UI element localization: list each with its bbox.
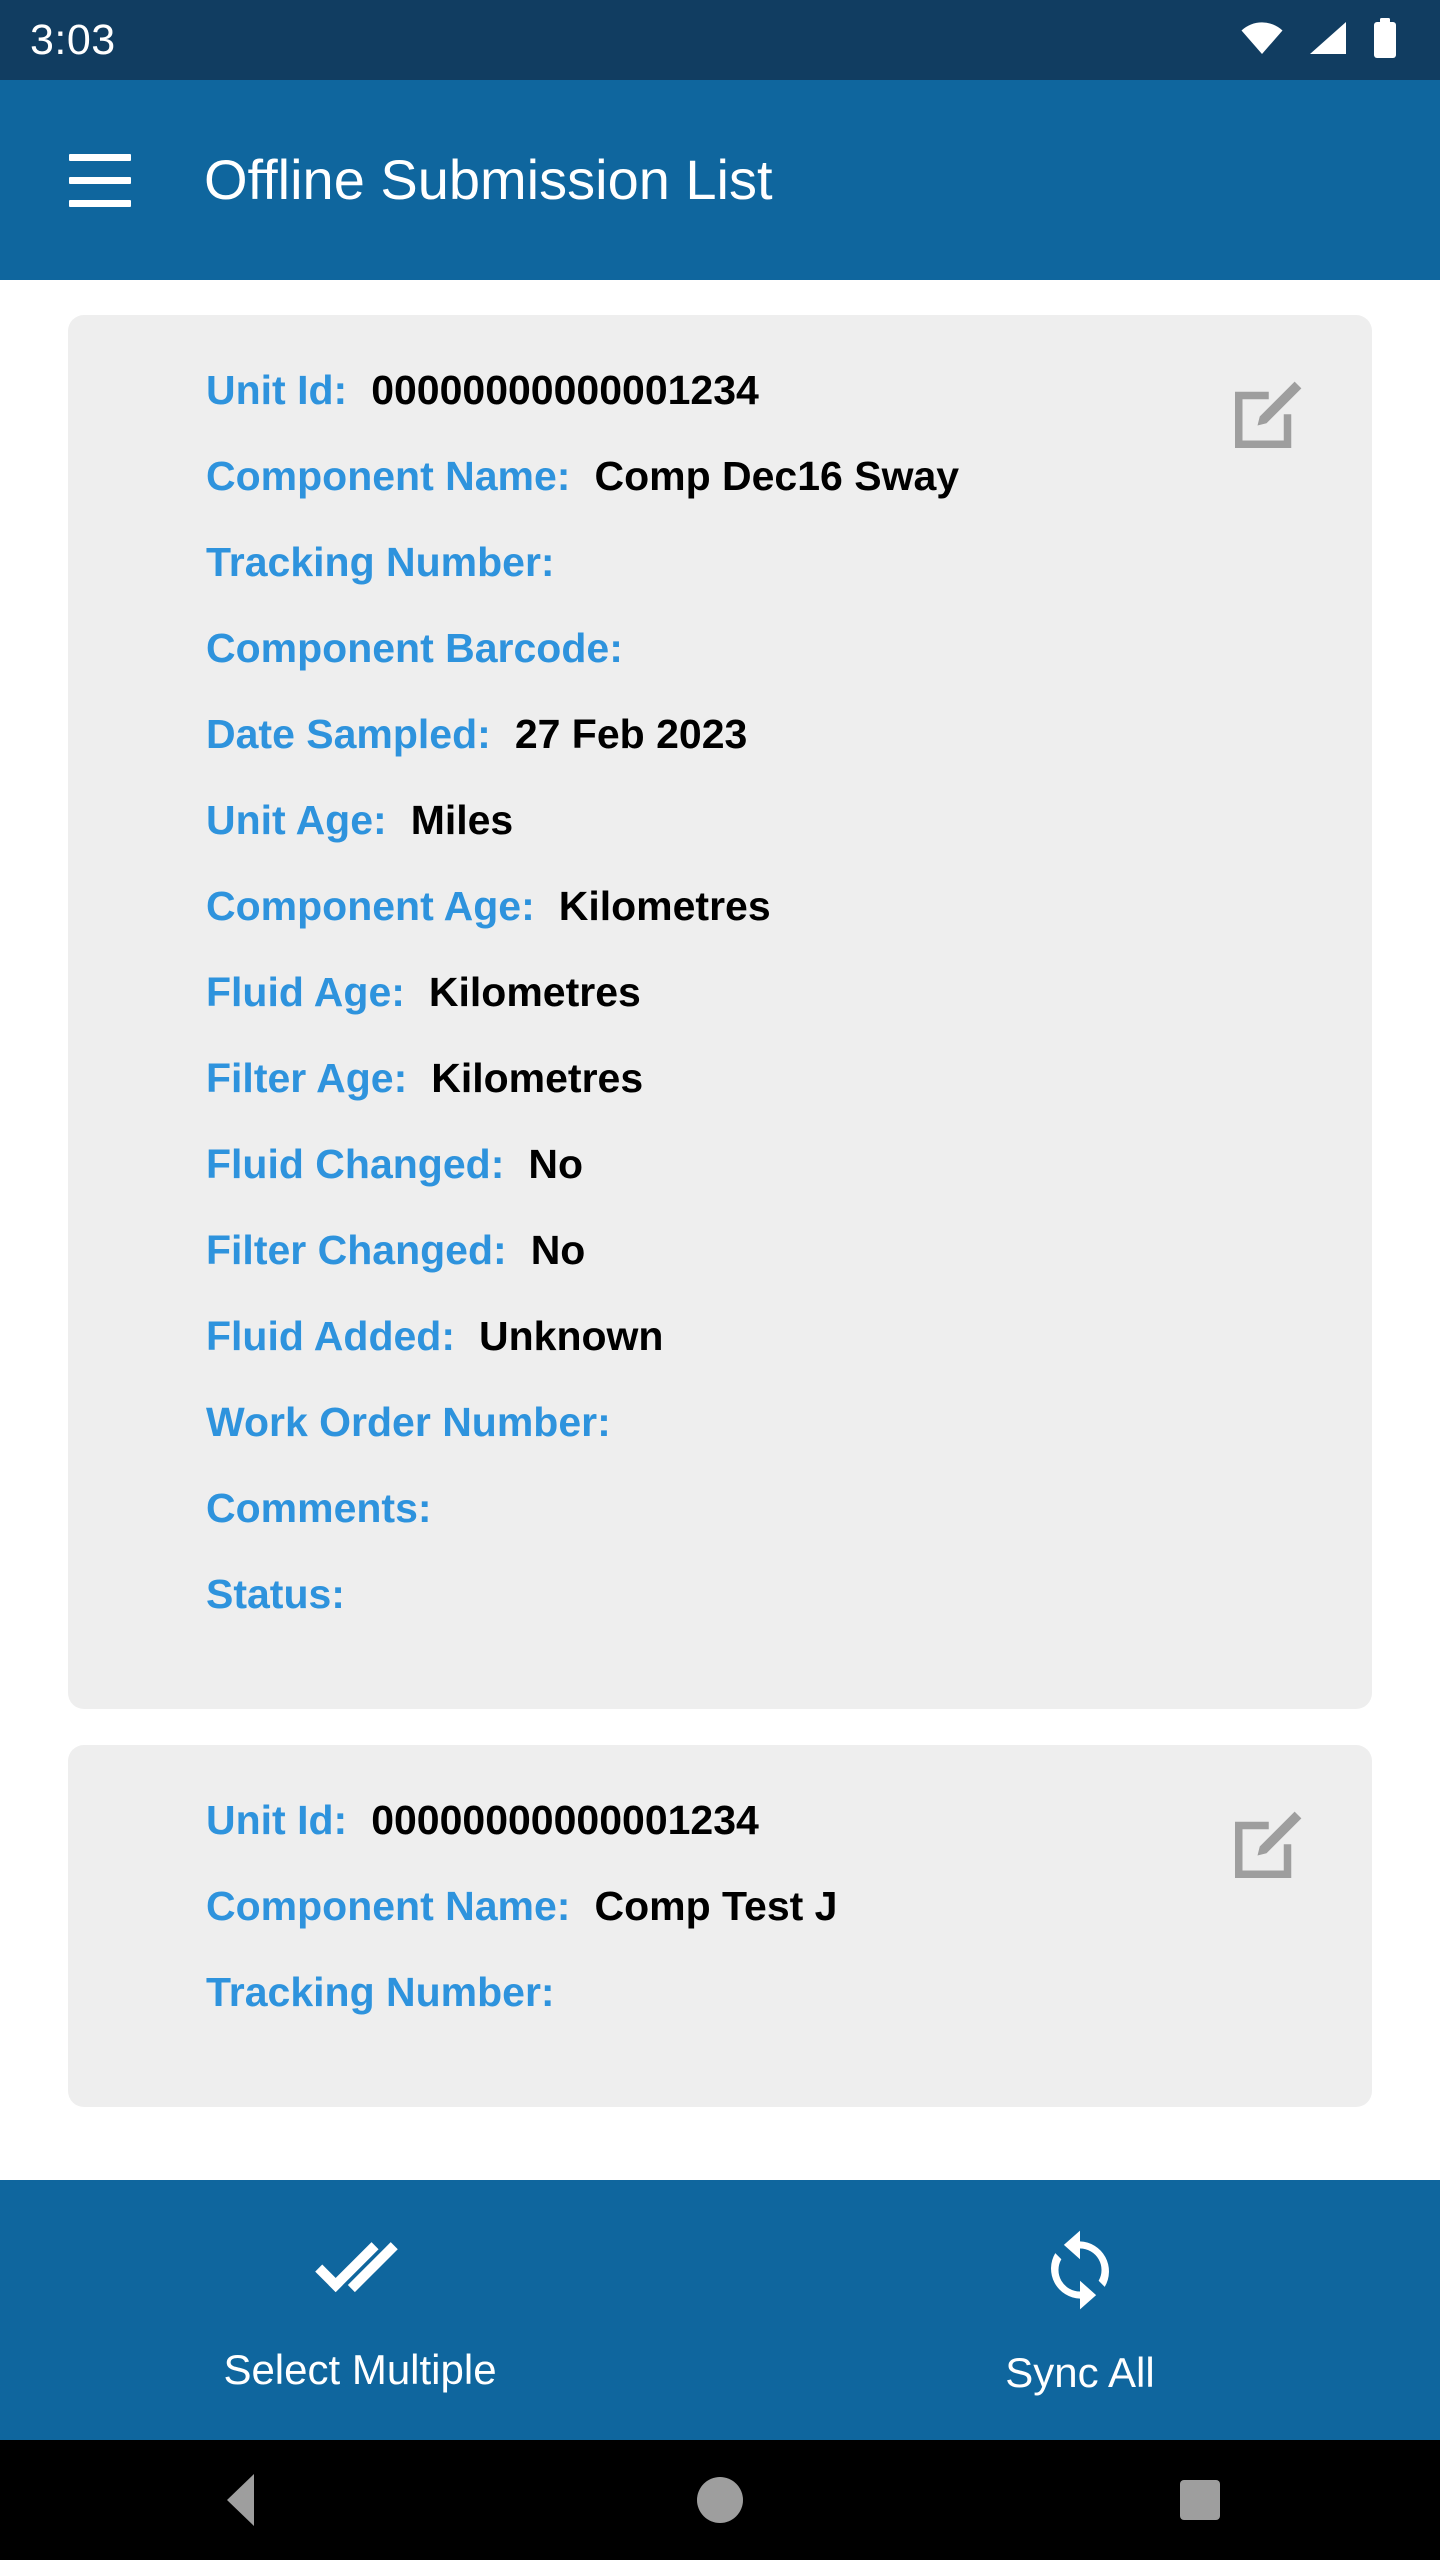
field-row: Tracking Number: — [68, 1969, 1372, 2055]
field-value: 00000000000001234 — [371, 367, 759, 413]
wifi-icon — [1240, 21, 1284, 60]
app-screen: 3:03 Offline Submission List Unit Id: 00… — [0, 0, 1440, 2560]
field-label: Unit Age: — [206, 797, 387, 843]
field-row: Tracking Number: — [68, 539, 1372, 625]
status-bar: 3:03 — [0, 0, 1440, 80]
field-label: Fluid Age: — [206, 969, 405, 1015]
sync-all-button[interactable]: Sync All — [720, 2180, 1440, 2440]
status-bar-clock: 3:03 — [30, 15, 116, 64]
status-bar-icons — [1240, 17, 1398, 63]
sync-refresh-icon — [1037, 2227, 1123, 2318]
field-row: Unit Id: 00000000000001234 — [68, 367, 1372, 453]
field-label: Component Name: — [206, 453, 571, 499]
cellular-signal-icon — [1308, 21, 1348, 60]
field-value: Comp Dec16 Sway — [594, 453, 960, 499]
submission-card[interactable]: Unit Id: 00000000000001234 Component Nam… — [68, 315, 1372, 1709]
field-label: Fluid Added: — [206, 1313, 455, 1359]
field-value: Miles — [410, 797, 514, 843]
field-row: Date Sampled: 27 Feb 2023 — [68, 711, 1372, 797]
field-value: Kilometres — [558, 883, 771, 929]
field-label: Unit Id: — [206, 1797, 348, 1843]
field-row: Filter Changed: No — [68, 1227, 1372, 1313]
app-bar: Offline Submission List — [0, 80, 1440, 280]
field-row: Fluid Changed: No — [68, 1141, 1372, 1227]
field-label: Tracking Number: — [206, 1969, 555, 2015]
sync-all-label: Sync All — [1005, 2348, 1155, 2396]
field-row: Comments: — [68, 1485, 1372, 1571]
field-row: Fluid Age: Kilometres — [68, 969, 1372, 1055]
field-value: 00000000000001234 — [371, 1797, 759, 1843]
double-check-icon — [312, 2230, 408, 2315]
field-label: Filter Age: — [206, 1055, 408, 1101]
select-multiple-button[interactable]: Select Multiple — [0, 2180, 720, 2440]
field-row: Work Order Number: — [68, 1399, 1372, 1485]
field-label: Component Barcode: — [206, 625, 623, 671]
field-label: Filter Changed: — [206, 1227, 507, 1273]
submission-card[interactable]: Unit Id: 00000000000001234 Component Nam… — [68, 1745, 1372, 2107]
field-label: Work Order Number: — [206, 1399, 611, 1445]
page-title: Offline Submission List — [204, 148, 773, 211]
field-value: Kilometres — [428, 969, 641, 1015]
field-label: Tracking Number: — [206, 539, 555, 585]
field-label: Date Sampled: — [206, 711, 491, 757]
hamburger-menu-icon[interactable] — [52, 132, 148, 228]
field-label: Comments: — [206, 1485, 432, 1531]
field-label: Fluid Changed: — [206, 1141, 505, 1187]
back-triangle-icon[interactable] — [0, 2474, 480, 2526]
field-label: Status: — [206, 1571, 345, 1617]
field-row: Component Age: Kilometres — [68, 883, 1372, 969]
field-row: Status: — [68, 1571, 1372, 1657]
field-row: Unit Age: Miles — [68, 797, 1372, 883]
field-value: No — [530, 1227, 586, 1273]
home-circle-icon[interactable] — [480, 2477, 960, 2523]
android-nav-bar — [0, 2440, 1440, 2560]
bottom-action-bar: Select Multiple Sync All — [0, 2180, 1440, 2440]
recents-square-icon[interactable] — [960, 2480, 1440, 2520]
field-value: Kilometres — [431, 1055, 644, 1101]
field-row: Unit Id: 00000000000001234 — [68, 1797, 1372, 1883]
field-value: 27 Feb 2023 — [514, 711, 748, 757]
field-value: No — [528, 1141, 584, 1187]
field-value: Comp Test J — [594, 1883, 838, 1929]
field-row: Component Barcode: — [68, 625, 1372, 711]
edit-square-pencil-icon[interactable] — [1220, 373, 1310, 463]
field-label: Unit Id: — [206, 367, 348, 413]
field-row: Fluid Added: Unknown — [68, 1313, 1372, 1399]
battery-icon — [1372, 17, 1398, 63]
select-multiple-label: Select Multiple — [223, 2345, 497, 2393]
field-row: Component Name: Comp Dec16 Sway — [68, 453, 1372, 539]
field-value: Unknown — [478, 1313, 664, 1359]
field-row: Component Name: Comp Test J — [68, 1883, 1372, 1969]
edit-square-pencil-icon[interactable] — [1220, 1803, 1310, 1893]
field-label: Component Name: — [206, 1883, 571, 1929]
submission-list[interactable]: Unit Id: 00000000000001234 Component Nam… — [0, 280, 1440, 2140]
field-row: Filter Age: Kilometres — [68, 1055, 1372, 1141]
field-label: Component Age: — [206, 883, 535, 929]
